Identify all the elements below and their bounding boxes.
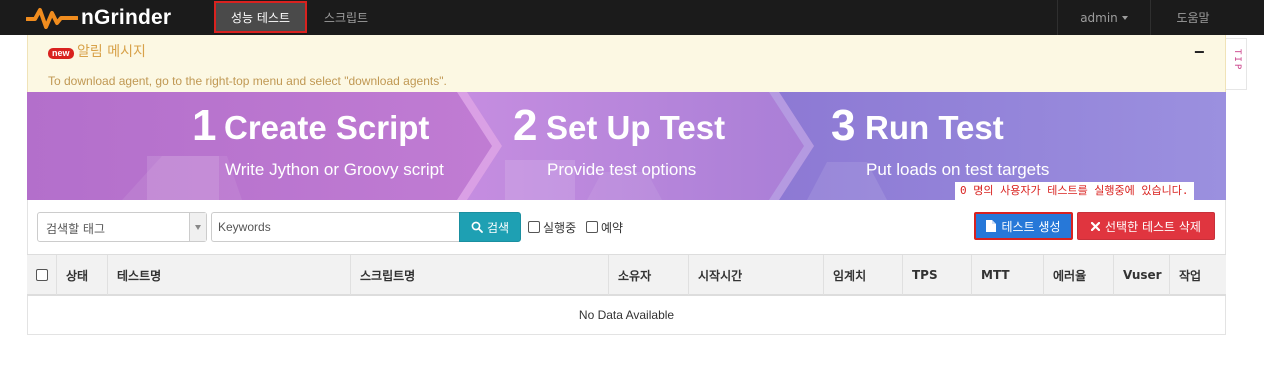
column-vuser[interactable]: Vuser: [1123, 255, 1162, 295]
step-3-subtitle: Put loads on test targets: [866, 160, 1050, 179]
nav-script[interactable]: 스크립트: [310, 0, 382, 35]
column-script-name[interactable]: 스크립트명: [360, 255, 415, 295]
admin-label: admin: [1080, 10, 1118, 25]
delete-selected-label: 선택한 테스트 삭제: [1105, 219, 1201, 234]
column-owner[interactable]: 소유자: [618, 255, 651, 295]
search-button-label: 검색: [486, 220, 510, 235]
step-1-subtitle: Write Jython or Groovy script: [225, 160, 444, 179]
step-2-number: 2: [513, 101, 538, 150]
scheduled-checkbox[interactable]: [586, 221, 598, 233]
test-table-header: 상태 테스트명 스크립트명 소유자 시작시간 임계치 TPS MTT 에러율 V…: [27, 254, 1226, 296]
scheduled-label: 예약: [601, 221, 624, 235]
file-icon: [986, 220, 997, 232]
caret-down-icon: [1121, 15, 1128, 20]
column-divider: [902, 255, 903, 295]
create-test-label: 테스트 생성: [1001, 219, 1061, 234]
step-2-subtitle: Provide test options: [547, 160, 697, 179]
column-divider: [56, 255, 57, 295]
keyword-search-input[interactable]: [211, 212, 461, 242]
search-button[interactable]: 검색: [459, 212, 521, 242]
column-divider: [1113, 255, 1114, 295]
column-test-name[interactable]: 테스트명: [117, 255, 161, 295]
column-mtt[interactable]: MTT: [981, 255, 1010, 295]
step-2-title: Set Up Test: [546, 109, 726, 146]
step-3-number: 3: [831, 101, 856, 150]
step-1-number: 1: [192, 101, 217, 150]
column-status[interactable]: 상태: [66, 255, 88, 295]
create-test-button[interactable]: 테스트 생성: [974, 212, 1073, 240]
step-1-title: Create Script: [224, 109, 430, 146]
column-tps[interactable]: TPS: [912, 255, 938, 295]
running-checkbox[interactable]: [528, 221, 540, 233]
dropdown-arrow-icon: [189, 213, 206, 241]
column-divider: [350, 255, 351, 295]
column-divider: [608, 255, 609, 295]
delete-selected-tests-button[interactable]: 선택한 테스트 삭제: [1077, 212, 1215, 240]
column-divider: [688, 255, 689, 295]
logo-wave-icon: [26, 8, 78, 29]
running-users-notice: 0 명의 사용자가 테스트를 실행중에 있습니다.: [955, 182, 1194, 200]
column-threshold[interactable]: 임계치: [833, 255, 866, 295]
close-icon: [1091, 221, 1101, 231]
new-badge: new: [48, 48, 74, 59]
tag-select-value: 검색할 태그: [46, 222, 106, 236]
column-divider: [823, 255, 824, 295]
alert-title: 알림 메시지: [77, 44, 146, 60]
column-actions: 작업: [1179, 268, 1202, 283]
tag-select[interactable]: 검색할 태그: [37, 212, 207, 242]
top-navbar: nGrinder 성능 테스트 스크립트 admin 도움말: [0, 0, 1264, 35]
empty-table-message: No Data Available: [578, 308, 675, 322]
running-label: 실행중: [543, 221, 577, 235]
tip-label: TIP: [1232, 49, 1242, 72]
search-icon: [471, 221, 483, 233]
column-error-rate[interactable]: 에러율: [1053, 255, 1086, 295]
ngrinder-logo[interactable]: nGrinder: [26, 5, 171, 31]
column-start-time[interactable]: 시작시간: [698, 255, 742, 295]
collapse-button[interactable]: −: [1194, 42, 1205, 63]
notice-alert: new 알림 메시지 − To download agent, go to th…: [27, 35, 1226, 92]
column-divider: [1043, 255, 1044, 295]
column-divider: [971, 255, 972, 295]
column-divider: [107, 255, 108, 295]
logo-text: nGrinder: [81, 6, 172, 29]
nav-admin-menu[interactable]: admin: [1058, 0, 1150, 35]
column-divider: [1169, 255, 1170, 295]
step-3-title: Run Test: [865, 109, 1004, 146]
alert-message: To download agent, go to the right-top m…: [48, 74, 447, 88]
nav-performance-test[interactable]: 성능 테스트: [214, 1, 307, 33]
tip-tab[interactable]: TIP: [1226, 38, 1247, 90]
nav-help[interactable]: 도움말: [1150, 0, 1236, 35]
select-all-checkbox[interactable]: [36, 269, 48, 281]
